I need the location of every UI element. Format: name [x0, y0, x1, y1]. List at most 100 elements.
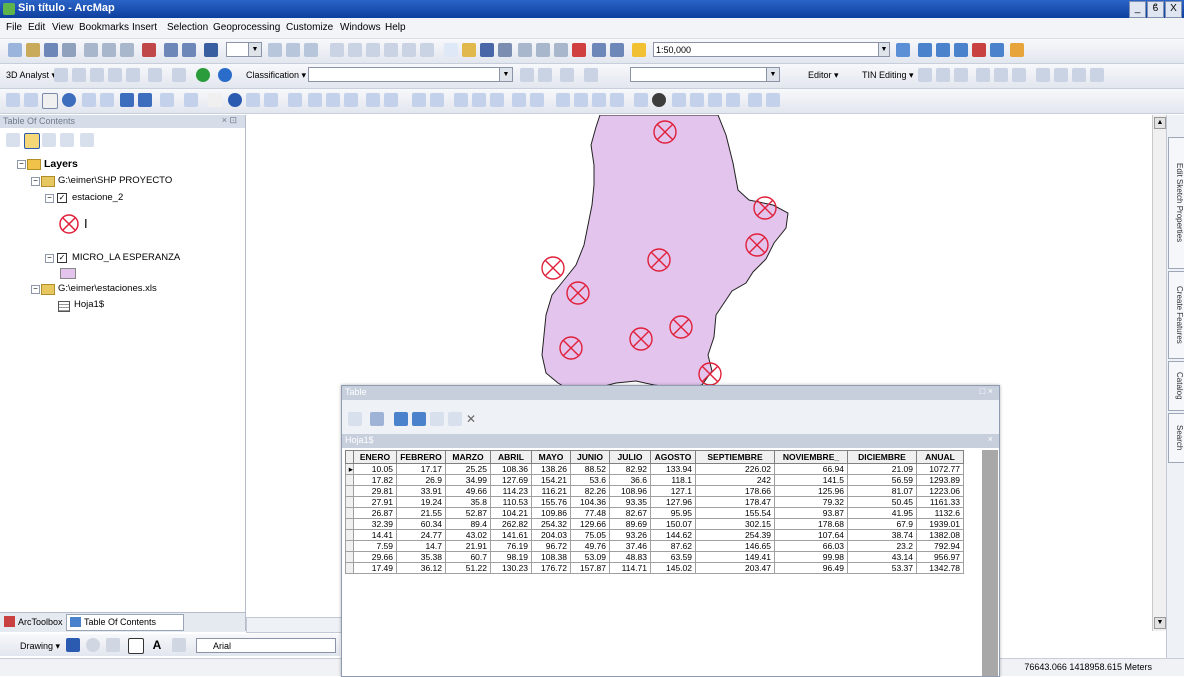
table-cell[interactable]: 88.52	[570, 463, 610, 475]
hyperlink-icon[interactable]	[246, 93, 260, 107]
delete-doc-icon[interactable]	[572, 43, 586, 57]
table-cell[interactable]: 141.5	[774, 474, 848, 486]
delete-selected-icon[interactable]	[448, 412, 462, 426]
snap-icon[interactable]	[556, 93, 570, 107]
menu-selection[interactable]: Selection	[167, 22, 208, 33]
tab-arctoolbox[interactable]: ArcToolbox	[18, 617, 63, 627]
table-cell[interactable]: 1161.33	[916, 496, 964, 508]
station-marker-icon[interactable]	[541, 256, 565, 280]
table-cell[interactable]: 149.41	[695, 551, 775, 563]
profile-icon[interactable]	[126, 68, 140, 82]
layers-label[interactable]: Layers	[44, 158, 78, 170]
menu-windows[interactable]: Windows	[340, 22, 381, 33]
table-cell[interactable]: 93.87	[774, 507, 848, 519]
georef-link-icon[interactable]	[430, 93, 444, 107]
save-doc-icon[interactable]	[480, 43, 494, 57]
trace-icon[interactable]	[748, 93, 762, 107]
python-window-icon[interactable]	[990, 43, 1004, 57]
flag-icon[interactable]	[584, 68, 598, 82]
layout-tool-icon[interactable]	[454, 93, 468, 107]
find-icon[interactable]	[308, 93, 322, 107]
table-cell[interactable]: 89.4	[445, 518, 491, 530]
table-cell[interactable]: 56.59	[847, 474, 917, 486]
table-cell[interactable]: 155.76	[531, 496, 571, 508]
layout-icon[interactable]	[268, 43, 282, 57]
table-cell[interactable]: 29.81	[353, 485, 397, 497]
table-cell[interactable]: 34.99	[445, 474, 491, 486]
column-header[interactable]: DICIEMBRE	[847, 450, 917, 464]
row-selector[interactable]	[345, 529, 354, 541]
layout-pan-icon[interactable]	[472, 93, 486, 107]
table-cell[interactable]: 63.59	[650, 551, 696, 563]
table-cell[interactable]: 10.05	[353, 463, 397, 475]
layout-width-icon[interactable]	[530, 93, 544, 107]
table-options-icon[interactable]	[348, 412, 362, 426]
table-cell[interactable]: 141.61	[490, 529, 532, 541]
tin-line-icon[interactable]	[954, 68, 968, 82]
identify-icon[interactable]	[228, 93, 242, 107]
zoom-page-icon[interactable]	[304, 43, 318, 57]
snap-end-icon[interactable]	[592, 93, 606, 107]
clear-selection-table-icon[interactable]	[430, 412, 444, 426]
paste-doc-icon[interactable]	[554, 43, 568, 57]
table-cell[interactable]: 176.72	[531, 562, 571, 574]
table-cell[interactable]: 109.86	[531, 507, 571, 519]
pan-icon[interactable]	[42, 93, 58, 109]
table-scroll-area[interactable]	[982, 450, 998, 676]
row-selector[interactable]	[345, 474, 354, 486]
zoom-out-icon[interactable]	[24, 93, 38, 107]
editor-toolbar-icon[interactable]	[896, 43, 910, 57]
table-cell[interactable]: 107.64	[774, 529, 848, 541]
solve-icon[interactable]	[766, 93, 780, 107]
toc-group-estaciones-xls[interactable]: G:\eimer\estaciones.xls	[58, 283, 157, 294]
table-cell[interactable]: 26.9	[396, 474, 446, 486]
delete-x-icon[interactable]: ✕	[466, 412, 480, 426]
grid-icon[interactable]	[402, 43, 416, 57]
table-cell[interactable]: 38.74	[847, 529, 917, 541]
layout-zoom-icon[interactable]	[490, 93, 504, 107]
catalog-window-icon[interactable]	[936, 43, 950, 57]
copy-doc-icon[interactable]	[536, 43, 550, 57]
row-selector[interactable]: ▸	[345, 463, 354, 475]
table-cell[interactable]: 104.21	[490, 507, 532, 519]
table-cell[interactable]: 1382.08	[916, 529, 964, 541]
add-data-icon[interactable]	[204, 43, 218, 57]
table-cell[interactable]: 24.77	[396, 529, 446, 541]
minimize-button[interactable]: _	[1129, 1, 1146, 18]
table-cell[interactable]: 79.32	[774, 496, 848, 508]
layer-combo[interactable]: ▼	[630, 67, 780, 82]
fixed-zoom-out-icon[interactable]	[100, 93, 114, 107]
undo-icon[interactable]	[164, 43, 178, 57]
table-cell[interactable]: 82.67	[609, 507, 651, 519]
tab-edit-sketch-properties[interactable]: Edit Sketch Properties	[1168, 137, 1184, 269]
micro-expander[interactable]: −	[45, 254, 54, 263]
column-header[interactable]: JUNIO	[570, 450, 610, 464]
menu-help[interactable]: Help	[385, 22, 406, 33]
search-window-icon[interactable]	[954, 43, 968, 57]
delete-icon[interactable]	[142, 43, 156, 57]
table-cell[interactable]: 32.39	[353, 518, 397, 530]
row-selector[interactable]	[345, 485, 354, 497]
table-cell[interactable]: 35.38	[396, 551, 446, 563]
tin-swap-icon[interactable]	[1012, 68, 1026, 82]
related-tables-icon[interactable]	[370, 412, 384, 426]
table-cell[interactable]: 53.37	[847, 562, 917, 574]
table-row[interactable]: 17.49 36.12 51.22 130.23 176.72 157.87 114.71 1…	[345, 562, 964, 574]
table-cell[interactable]: 93.26	[609, 529, 651, 541]
toc-layer-micro-la-esperanza[interactable]: MICRO_LA ESPERANZA	[72, 252, 180, 263]
group1-expander[interactable]: −	[31, 177, 40, 186]
tab-catalog[interactable]: Catalog	[1168, 361, 1184, 411]
map-vertical-scrollbar[interactable]: ▲ ▼	[1152, 115, 1166, 631]
table-cell[interactable]: 52.87	[445, 507, 491, 519]
menu-view[interactable]: View	[52, 22, 74, 33]
measure-icon[interactable]	[384, 43, 398, 57]
tin-node-icon[interactable]	[918, 68, 932, 82]
table-cell[interactable]: 956.97	[916, 551, 964, 563]
list-by-visibility-icon[interactable]	[42, 133, 56, 147]
arctoolbox-icon[interactable]	[972, 43, 986, 57]
table-cell[interactable]: 108.96	[609, 485, 651, 497]
rotate-icon[interactable]	[86, 638, 100, 652]
table-cell[interactable]: 1072.77	[916, 463, 964, 475]
table-cell[interactable]: 254.32	[531, 518, 571, 530]
training-icon[interactable]	[560, 68, 574, 82]
